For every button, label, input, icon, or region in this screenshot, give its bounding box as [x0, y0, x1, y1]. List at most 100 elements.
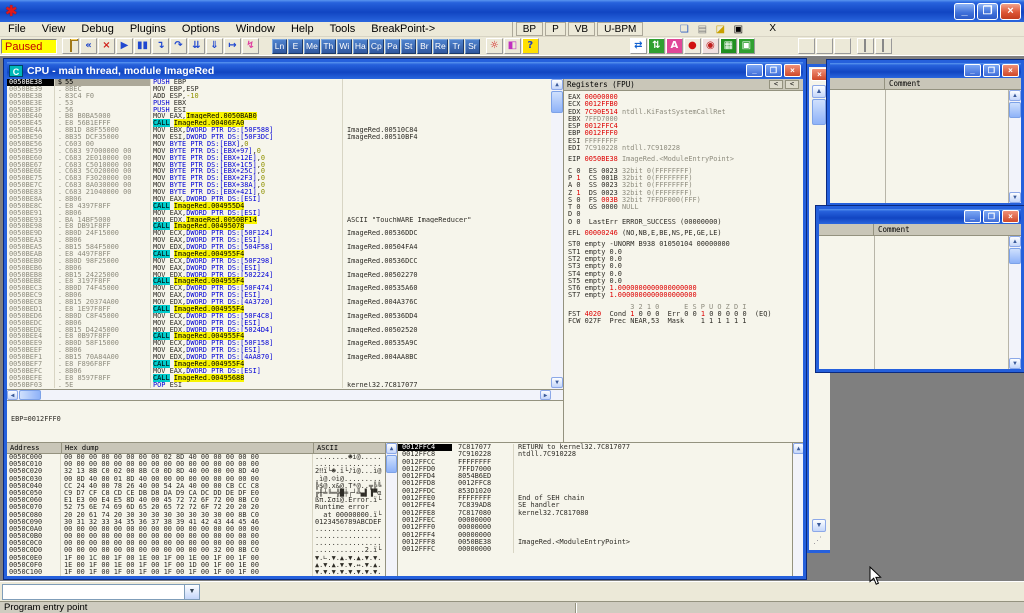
register-line[interactable]: T 0 GS 0000 NULL [568, 204, 803, 211]
animate-over-icon[interactable]: ⇓ [206, 38, 223, 54]
minimize-button[interactable]: _ [954, 3, 975, 20]
stack-row[interactable]: 0012FFFC00000000 [398, 546, 803, 553]
disasm-row[interactable]: 0050BEE9.8B0D 58F15000MOV ECX,DWORD PTR … [7, 340, 551, 347]
marked-list-icon[interactable] [875, 38, 892, 54]
menu-button-p[interactable]: P [545, 22, 566, 36]
window-a-body[interactable]: ▲ ▼ [830, 90, 1021, 203]
disasm-row[interactable]: 0050BF03.5EPOP ESIkernel32.7C817077 [7, 382, 551, 389]
toolbar-letter-button-cp[interactable]: Cp [369, 39, 384, 54]
window-a-scroll-down-icon[interactable]: ▼ [1009, 192, 1021, 203]
open-file-icon[interactable] [62, 38, 79, 54]
sliver-scroll-down-icon[interactable]: ▼ [812, 519, 826, 532]
ascii-table-icon[interactable]: A [666, 38, 683, 54]
toolbar-letter-button-me[interactable]: Me [304, 39, 320, 54]
window-a-scroll-up-icon[interactable]: ▲ [1009, 90, 1021, 101]
window-a-scroll-thumb[interactable] [1009, 102, 1021, 118]
disasm-row[interactable]: 0050BE9D.8B0D 24F15000MOV ECX,DWORD PTR … [7, 230, 551, 237]
console-icon[interactable]: ▣ [730, 23, 746, 36]
registers-prev-icon[interactable]: < [769, 80, 783, 89]
register-line[interactable]: EIP 0050BE38 ImageRed.<ModuleEntryPoint> [568, 156, 803, 163]
toolbar-letter-button-ln[interactable]: Ln [272, 39, 287, 54]
disasm-row[interactable]: 0050BEF7.E8 F896F8FFCALL ImageRed.004955… [7, 361, 551, 368]
register-line[interactable]: EFL 00000246 (NO,NB,E,BE,NS,PE,GE,LE) [568, 230, 803, 237]
window-a-minimize-button[interactable]: _ [964, 64, 981, 77]
command-combobox[interactable]: ▼ [2, 584, 200, 600]
disasm-scroll-down-icon[interactable]: ▼ [551, 377, 563, 388]
go-to-address-icon[interactable]: ↯ [242, 38, 259, 54]
menu-button-vb[interactable]: VB [568, 22, 595, 36]
update-icon[interactable]: ⇄ [630, 38, 647, 54]
disassembly-pane[interactable]: 0050BE38$55PUSH EBP0050BE39.8BECMOV EBP,… [7, 79, 551, 389]
run-icon[interactable]: ▶ [116, 38, 133, 54]
menu-item[interactable]: Debug [73, 23, 121, 35]
toolbar-letter-button-wi[interactable]: Wi [337, 39, 352, 54]
combo-dropdown-icon[interactable]: ▼ [184, 585, 199, 599]
window-b-minimize-button[interactable]: _ [964, 210, 981, 223]
step-into-icon[interactable]: ↴ [152, 38, 169, 54]
dump-pane[interactable]: Address Hex dump ASCII 0050C00000 00 00 … [7, 443, 397, 576]
toolbar-letter-button-re[interactable]: Re [433, 39, 448, 54]
window-a-scrollbar[interactable]: ▲ ▼ [1008, 90, 1021, 203]
help-icon[interactable]: ? [522, 38, 539, 54]
menu-item[interactable]: Options [174, 23, 228, 35]
window-a-restore-button[interactable]: ❐ [983, 64, 1000, 77]
window-a-title-bar[interactable]: _ ❐ × [830, 63, 1021, 78]
log-list-icon[interactable] [857, 38, 874, 54]
disasm-row[interactable]: 0050BE38$55PUSH EBP [7, 79, 551, 86]
appearance-icon[interactable]: ◧ [504, 38, 521, 54]
disasm-row[interactable]: 0050BEB0.8B0D 98F25000MOV ECX,DWORD PTR … [7, 258, 551, 265]
disasm-row[interactable]: 0050BE83.C683 21040000 00MOV BYTE PTR DS… [7, 189, 551, 196]
disasm-hscroll-thumb[interactable] [19, 390, 41, 400]
maximize-button[interactable]: ❐ [977, 3, 998, 20]
log-page-icon[interactable]: ▤ [694, 23, 710, 36]
window-b-restore-button[interactable]: ❐ [983, 210, 1000, 223]
toolbar-letter-button-st[interactable]: St [401, 39, 416, 54]
dump-scroll-thumb[interactable] [386, 455, 397, 473]
window-b-close-button[interactable]: × [1002, 210, 1019, 223]
registers-next-icon[interactable]: < [785, 80, 799, 89]
window-a-close-button[interactable]: × [1002, 64, 1019, 77]
menu-item[interactable]: Plugins [122, 23, 174, 35]
close-button[interactable]: × [1000, 3, 1021, 20]
step-over-icon[interactable]: ↷ [170, 38, 187, 54]
disasm-row[interactable]: 0050BEC3.8B0D 74F45000MOV ECX,DWORD PTR … [7, 285, 551, 292]
blank-button-3[interactable] [834, 38, 851, 54]
disasm-horizontal-scrollbar[interactable]: ◀ ▶ [7, 389, 563, 400]
sliver-close-button[interactable]: × [811, 68, 828, 81]
disasm-row[interactable]: 0050BE8C.E8 4397F8FFCALL ImageRed.004955… [7, 203, 551, 210]
disasm-scroll-left-icon[interactable]: ◀ [7, 390, 18, 400]
menu-item[interactable]: BreakPoint-> [363, 23, 443, 35]
menu-item[interactable]: File [0, 23, 34, 35]
window-b-scroll-down-icon[interactable]: ▼ [1009, 358, 1021, 369]
pause-icon[interactable]: ▮▮ [134, 38, 151, 54]
restart-icon[interactable]: « [80, 38, 97, 54]
dump-row[interactable]: 0050C1001F 00 1F 00 1F 00 1F 00 1F 00 1F… [7, 569, 397, 576]
window-b-scroll-thumb[interactable] [1009, 248, 1021, 264]
register-line[interactable]: ST7 empty 1.0000000000000000000 [568, 292, 803, 299]
disasm-row[interactable]: 0050BE3B.83C4 F0ADD ESP,-10 [7, 93, 551, 100]
stack-pane[interactable]: 0012FFC47C817077RETURN to kernel32.7C817… [397, 443, 803, 576]
disasm-row[interactable]: 0050BE3E.53PUSH EBX [7, 100, 551, 107]
info-pane[interactable]: EBP=0012FFF0 [7, 400, 563, 442]
stack-scroll-up-icon[interactable]: ▲ [793, 443, 803, 454]
menu-close-button[interactable]: X [763, 22, 782, 36]
menu-button-bp[interactable]: BP [516, 22, 543, 36]
disasm-scroll-right-icon[interactable]: ▶ [540, 390, 551, 400]
disasm-scroll-up-icon[interactable]: ▲ [551, 79, 563, 90]
menu-button-u-bpm[interactable]: U-BPM [597, 22, 643, 36]
toolbar-letter-button-ha[interactable]: Ha [353, 39, 368, 54]
toolbar-letter-button-sr[interactable]: Sr [465, 39, 480, 54]
close-program-icon[interactable]: × [98, 38, 115, 54]
blank-button-2[interactable] [816, 38, 833, 54]
toolbar-letter-button-e[interactable]: E [288, 39, 303, 54]
sliver-scroll-up-icon[interactable]: ▲ [812, 85, 826, 98]
menu-item[interactable]: View [34, 23, 74, 35]
toolbar-letter-button-tr[interactable]: Tr [449, 39, 464, 54]
sliver-scroll-thumb[interactable] [812, 99, 826, 125]
cpu-minimize-button[interactable]: _ [746, 64, 763, 77]
window-b-title-bar[interactable]: _ ❐ × [819, 209, 1021, 224]
register-line[interactable]: EDI 7C910228 ntdll.7C910228 [568, 145, 803, 152]
cpu-restore-button[interactable]: ❐ [765, 64, 782, 77]
menu-item[interactable]: Window [228, 23, 283, 35]
window-b-scrollbar[interactable]: ▲ ▼ [1008, 236, 1021, 369]
